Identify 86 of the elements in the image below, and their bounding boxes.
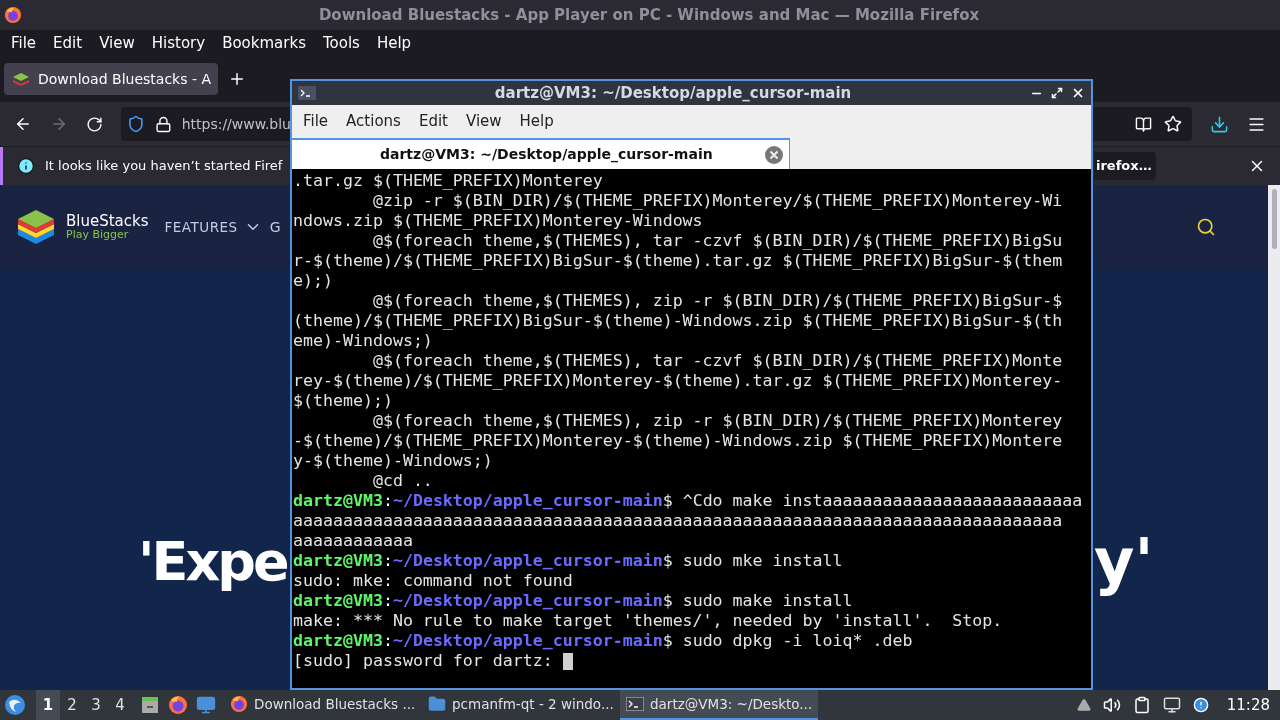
taskbar-button[interactable]: Download Bluestacks ... [224, 690, 422, 720]
firefox-icon [4, 6, 22, 24]
menu-item[interactable]: History [144, 31, 213, 55]
terminal-tab[interactable]: dartz@VM3: ~/Desktop/apple_cursor-main [292, 138, 790, 169]
menu-item[interactable]: Bookmarks [215, 31, 313, 55]
menu-item[interactable]: View [92, 31, 142, 55]
bookmark-star-icon[interactable] [1164, 115, 1182, 133]
terminal-line: @$(foreach theme,$(THEMES), zip -r $(BIN_DIR)/$(THEME_PREFIX)BigSur-$ [371, 291, 1064, 311]
terminal-line: @$(foreach theme,$(THEMES), tar -czvf $(BIN_DIR)/$(THEME_PREFIX)Monte [371, 351, 1064, 371]
volume-icon[interactable] [1102, 696, 1121, 714]
close-button[interactable] [1071, 86, 1085, 100]
terminal-line: dartz@VM3:~/Desktop/apple_cursor-main$ sudo make install [293, 591, 854, 611]
stack-icon [12, 71, 30, 87]
reload-button[interactable] [86, 115, 103, 133]
terminal-line: @cd .. [371, 471, 434, 491]
terminal-line: r-$(theme)/$(THEME_PREFIX)BigSur-$(theme).tar.gz $(THEME_PREFIX)BigSur-$(them [293, 251, 1064, 271]
terminal-line: eme)-Windows;) [293, 331, 434, 351]
menu-item[interactable]: View [456, 109, 511, 133]
menu-item[interactable]: Actions [337, 109, 410, 133]
terminal-line: dartz@VM3:~/Desktop/apple_cursor-main$ ^Cdo make instaaaaaaaaaaaaaaaaaaaaaaaaaa [293, 491, 1084, 511]
reader-view-icon[interactable] [1135, 115, 1152, 133]
desktop-icon[interactable] [196, 695, 216, 715]
firefox-icon [230, 695, 248, 713]
workspace-button[interactable]: 3 [84, 690, 108, 720]
taskbar-button[interactable]: pcmanfm-qt - 2 windo... [422, 690, 620, 720]
brand-tagline: Play Bigger [66, 229, 130, 240]
terminal-line: ndows.zip $(THEME_PREFIX)Monterey-Windows [293, 211, 704, 231]
terminal-line: @zip -r $(BIN_DIR)/$(THEME_PREFIX)Monterey/$(THEME_PREFIX)Monterey-Wi [371, 191, 1064, 211]
terminal-line: rey-$(theme)/$(THEME_PREFIX)Monterey-$(theme).tar.gz $(THEME_PREFIX)Monterey- [293, 371, 1064, 391]
terminal-line: (theme)/$(THEME_PREFIX)BigSur-$(theme)-Windows.zip $(THEME_PREFIX)BigSur-$(th [293, 311, 1064, 331]
file-cabinet-icon[interactable] [140, 695, 160, 715]
terminal-line: [sudo] password for dartz: [293, 651, 554, 671]
start-menu-icon[interactable] [4, 694, 26, 716]
maximize-button[interactable] [1051, 87, 1063, 99]
new-tab-button[interactable] [228, 70, 246, 88]
info-icon [17, 157, 35, 175]
window-title: dartz@VM3: ~/Desktop/apple_cursor-main [494, 82, 852, 104]
browser-tab[interactable]: Download Bluestacks - A [4, 63, 218, 95]
forward-button[interactable] [50, 115, 68, 133]
firefox-icon [168, 695, 188, 715]
headline: 'Expe [138, 535, 287, 589]
menu-item[interactable]: Tools [315, 31, 367, 55]
window-title: Download Bluestacks - App Player on PC - Windows and Mac — Mozilla Firefox [318, 4, 980, 26]
nav-link[interactable]: G [269, 216, 281, 238]
terminal-line: make: *** No rule to make target 'themes/', needed by 'install'. Stop. [293, 611, 1004, 631]
menu-item[interactable]: File [294, 109, 338, 133]
menu-item[interactable]: File [4, 31, 44, 55]
shield-icon [127, 115, 145, 133]
terminal-line: .tar.gz $(THEME_PREFIX)Monterey [293, 171, 604, 191]
workspace-button[interactable]: 2 [60, 690, 84, 720]
lock-icon [154, 115, 172, 133]
close-tab-icon[interactable] [765, 145, 783, 164]
workspace-button[interactable]: 4 [108, 690, 132, 720]
back-button[interactable] [14, 115, 32, 133]
terminal-line: sudo: mke: command not found [293, 571, 574, 591]
terminal-icon [626, 697, 644, 711]
notification-button[interactable]: irefox… [1094, 152, 1156, 180]
terminal-line: @$(foreach theme,$(THEMES), zip -r $(BIN_DIR)/$(THEME_PREFIX)Monterey [371, 411, 1064, 431]
download-icon[interactable] [1210, 114, 1229, 134]
terminal-line: -$(theme)/$(THEME_PREFIX)Monterey-$(theme)-Windows.zip $(THEME_PREFIX)Montere [293, 431, 1064, 451]
taskbar-button[interactable]: dartz@VM3: ~/Deskto... [620, 690, 818, 720]
address-field[interactable]: https://www.blu [121, 107, 291, 141]
menu-item[interactable]: Edit [409, 109, 457, 133]
menu-item[interactable]: Help [510, 109, 563, 133]
terminal-line: $(theme);) [293, 391, 394, 411]
terminal-icon [298, 86, 316, 100]
terminal-line: dartz@VM3:~/Desktop/apple_cursor-main$ sudo mke install [293, 551, 844, 571]
notification-icon[interactable] [1192, 697, 1209, 713]
menu-item[interactable]: Edit [46, 31, 90, 55]
folder-icon [428, 695, 446, 713]
tray-arrow-icon[interactable] [1076, 698, 1091, 712]
scrollbar[interactable] [1268, 185, 1280, 690]
terminal-line: aaaaaaaaaaaa [293, 531, 414, 551]
terminal-line: @$(foreach theme,$(THEMES), tar -czvf $(BIN_DIR)/$(THEME_PREFIX)BigSu [371, 231, 1064, 251]
nav-link[interactable]: FEATURES [164, 216, 238, 238]
notification-text: It looks like you haven’t started Firef [45, 157, 283, 176]
brand-name: BlueStacks [66, 214, 149, 229]
clipboard-icon[interactable] [1132, 696, 1151, 714]
terminal-line: dartz@VM3:~/Desktop/apple_cursor-main$ sudo dpkg -i loiq* .deb [293, 631, 914, 651]
search-icon[interactable] [1196, 217, 1216, 237]
terminal-line: y-$(theme)-Windows;) [293, 451, 494, 471]
menu-item[interactable]: Help [369, 31, 419, 55]
terminal-line: aaaaaaaaaaaaaaaaaaaaaaaaaaaaaaaaaaaaaaaaaaaaaaaaaaaaaaaaaaaaaaaaaaaaaaaaaaaaa [293, 511, 1064, 531]
workspace-button[interactable]: 1 [36, 690, 60, 720]
terminal-line: e);) [293, 271, 334, 291]
clock: 11:28 [1226, 694, 1270, 716]
